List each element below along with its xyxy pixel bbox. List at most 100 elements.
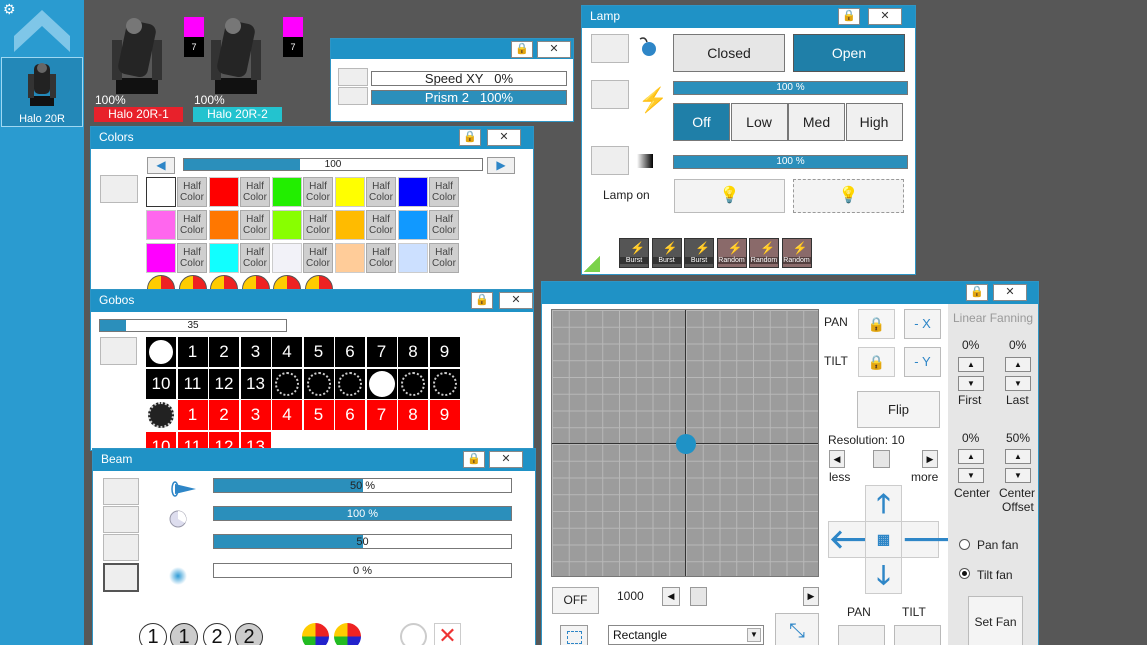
half-color-button[interactable]: Half Color bbox=[429, 177, 459, 207]
gobo-cell[interactable]: 10 bbox=[146, 369, 176, 399]
power-high-button[interactable]: High bbox=[845, 103, 903, 141]
invert-x-button[interactable]: - X bbox=[904, 309, 941, 339]
effect-button[interactable]: ⚡ Random bbox=[781, 238, 812, 268]
last-down-button[interactable]: ▼ bbox=[1005, 376, 1031, 391]
color-swatch[interactable] bbox=[272, 177, 302, 207]
lock-button[interactable]: 🔒 bbox=[966, 284, 988, 301]
gobo-cell[interactable]: 12 bbox=[209, 369, 239, 399]
color-swatch[interactable] bbox=[398, 177, 428, 207]
lock-button[interactable]: 🔒 bbox=[459, 129, 481, 146]
prism-button[interactable]: 2 bbox=[235, 623, 263, 645]
speed-toggle-button[interactable] bbox=[338, 68, 368, 86]
gobo-rotating-icon[interactable] bbox=[429, 369, 460, 399]
beam-toggle-3[interactable] bbox=[103, 534, 139, 561]
collapse-up-icon[interactable] bbox=[14, 10, 70, 52]
gobo-cell[interactable]: 3 bbox=[240, 337, 271, 367]
color-swatch[interactable] bbox=[398, 243, 428, 273]
off-button[interactable]: OFF bbox=[552, 587, 599, 614]
power-off-button[interactable]: Off bbox=[673, 103, 730, 141]
invert-y-button[interactable]: - Y bbox=[904, 347, 941, 377]
lamp-on-button[interactable]: 💡 bbox=[793, 179, 904, 213]
gobo-cell[interactable]: 6 bbox=[335, 337, 365, 367]
gobo-cell[interactable]: 2 bbox=[209, 337, 239, 367]
beam-zoom-toggle[interactable] bbox=[103, 478, 139, 505]
arrow-up-button[interactable]: 🡑 bbox=[865, 485, 902, 522]
close-button[interactable]: ✕ bbox=[499, 292, 533, 309]
gobo-cell[interactable]: 5 bbox=[303, 400, 334, 430]
half-color-button[interactable]: Half Color bbox=[240, 243, 270, 273]
set-fan-button[interactable]: Set Fan bbox=[968, 596, 1023, 645]
shutter-open-button[interactable]: Open bbox=[793, 34, 905, 72]
lock-button[interactable]: 🔒 bbox=[511, 41, 533, 58]
color-slider[interactable]: 100 bbox=[183, 158, 483, 171]
color-swatch[interactable] bbox=[398, 210, 428, 240]
half-color-button[interactable]: Half Color bbox=[240, 210, 270, 240]
half-color-button[interactable]: Half Color bbox=[303, 177, 333, 207]
half-color-button[interactable]: Half Color bbox=[429, 243, 459, 273]
color-toggle-button[interactable] bbox=[100, 175, 138, 203]
lock-button[interactable]: 🔒 bbox=[838, 8, 860, 25]
gobo-cell[interactable]: 2 bbox=[209, 400, 239, 430]
pan-lock-button[interactable]: 🔒 bbox=[858, 309, 895, 339]
close-button[interactable]: ✕ bbox=[537, 41, 571, 58]
color-next-button[interactable]: ▶ bbox=[487, 157, 515, 174]
gobo-cell[interactable]: 1 bbox=[177, 337, 208, 367]
prism-slider[interactable]: Prism 2 100% bbox=[371, 90, 567, 105]
resolution-slider-thumb[interactable] bbox=[873, 450, 890, 468]
half-color-button[interactable]: Half Color bbox=[177, 210, 207, 240]
prism-toggle-button[interactable] bbox=[338, 87, 368, 105]
close-button[interactable]: ✕ bbox=[487, 129, 521, 146]
pan-bottom-button[interactable] bbox=[838, 625, 885, 645]
prism-button[interactable]: 2 bbox=[203, 623, 231, 645]
close-button[interactable]: ✕ bbox=[993, 284, 1027, 301]
beam-zoom-slider[interactable]: 50 % bbox=[213, 478, 512, 493]
speed-slider-thumb[interactable] bbox=[690, 587, 707, 606]
first-up-button[interactable]: ▲ bbox=[958, 357, 984, 372]
half-color-button[interactable]: Half Color bbox=[177, 243, 207, 273]
half-color-button[interactable]: Half Color bbox=[177, 177, 207, 207]
color-wheel-icon[interactable] bbox=[302, 623, 329, 645]
tilt-bottom-button[interactable] bbox=[894, 625, 941, 645]
gobo-cell[interactable]: 8 bbox=[398, 400, 428, 430]
gobo-cell[interactable]: 4 bbox=[272, 400, 302, 430]
lock-button[interactable]: 🔒 bbox=[471, 292, 493, 309]
fixture-tile[interactable]: Halo 20R bbox=[1, 57, 83, 127]
pantilt-grid[interactable] bbox=[551, 309, 819, 577]
close-button[interactable]: ✕ bbox=[868, 8, 902, 25]
color-swatch[interactable] bbox=[335, 210, 365, 240]
gobo-cell[interactable]: 8 bbox=[398, 337, 428, 367]
half-color-button[interactable]: Half Color bbox=[240, 177, 270, 207]
color-swatch[interactable] bbox=[335, 177, 365, 207]
beam-slider-3[interactable]: 50 bbox=[213, 534, 512, 549]
color-swatch[interactable] bbox=[146, 210, 176, 240]
shape-select-icon[interactable] bbox=[560, 625, 588, 645]
color-swatch[interactable] bbox=[209, 177, 239, 207]
half-color-button[interactable]: Half Color bbox=[429, 210, 459, 240]
arrow-down-button[interactable]: 🡓 bbox=[865, 557, 902, 594]
center-offset-up-button[interactable]: ▲ bbox=[1005, 449, 1031, 464]
color-swatch[interactable] bbox=[272, 210, 302, 240]
center-button[interactable]: ▦ bbox=[865, 521, 902, 558]
gobo-rotating-icon[interactable] bbox=[146, 400, 176, 430]
tilt-fan-radio[interactable] bbox=[959, 568, 970, 579]
flip-button[interactable]: Flip bbox=[857, 391, 940, 428]
power-med-button[interactable]: Med bbox=[788, 103, 845, 141]
no-effect-icon[interactable]: ✕ bbox=[434, 623, 461, 645]
gobo-cell[interactable]: 13 bbox=[240, 369, 271, 399]
half-color-button[interactable]: Half Color bbox=[303, 243, 333, 273]
first-down-button[interactable]: ▼ bbox=[958, 376, 984, 391]
shutter-closed-button[interactable]: Closed bbox=[673, 34, 785, 72]
lamp-off-button[interactable]: 💡 bbox=[674, 179, 785, 213]
center-offset-down-button[interactable]: ▼ bbox=[1005, 468, 1031, 483]
color-swatch[interactable] bbox=[209, 243, 239, 273]
speed-more-button[interactable]: ▶ bbox=[803, 587, 819, 606]
tilt-lock-button[interactable]: 🔒 bbox=[858, 347, 895, 377]
position-marker[interactable] bbox=[676, 434, 696, 454]
power-low-button[interactable]: Low bbox=[730, 103, 788, 141]
gobo-rotating-icon[interactable] bbox=[335, 369, 365, 399]
effect-button[interactable]: ⚡ Burst bbox=[619, 238, 649, 268]
speed-less-button[interactable]: ◀ bbox=[662, 587, 680, 606]
beam-frost-slider[interactable]: 100 % bbox=[213, 506, 512, 521]
gobo-cell[interactable]: 6 bbox=[335, 400, 365, 430]
gobo-cell[interactable]: 7 bbox=[366, 400, 397, 430]
